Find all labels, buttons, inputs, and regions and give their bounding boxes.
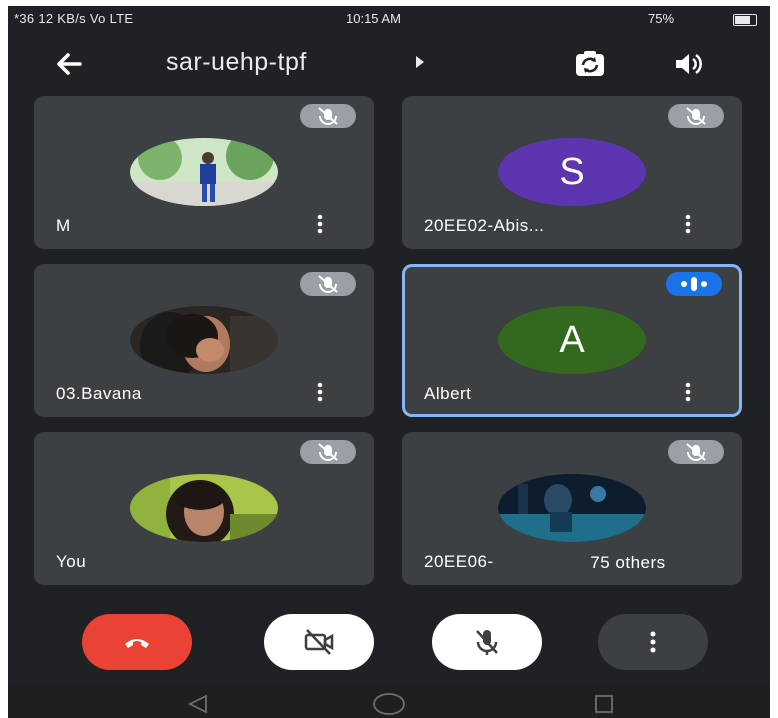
participant-tile[interactable]: 20EE06- 75 others — [402, 432, 742, 585]
participant-photo — [130, 306, 278, 374]
more-vert-icon[interactable] — [684, 214, 692, 234]
participant-tile[interactable]: You — [34, 432, 374, 585]
app-bar: sar-uehp-tpf — [8, 34, 770, 90]
avatar-initial: A — [559, 318, 585, 361]
participant-tile[interactable]: M — [34, 96, 374, 249]
participant-name: M — [56, 216, 71, 235]
phone-screen: *36 12 KB/s Vo LTE 10:15 AM 75% sar-uehp… — [8, 6, 770, 718]
switch-camera-icon[interactable] — [570, 44, 610, 84]
battery-text: 75% — [648, 11, 675, 26]
participant-tile[interactable]: 03.Bavana — [34, 264, 374, 417]
clock: 10:15 AM — [346, 11, 401, 26]
mic-off-icon — [300, 440, 356, 464]
more-vert-icon[interactable] — [684, 382, 692, 402]
participant-name: 20EE02-Abis... — [424, 216, 545, 235]
mic-toggle-button[interactable] — [432, 614, 542, 670]
back-arrow-icon[interactable] — [50, 44, 90, 84]
participant-name: You — [56, 552, 87, 571]
hang-up-icon — [125, 639, 149, 648]
battery-icon — [733, 14, 757, 26]
mic-off-icon — [668, 440, 724, 464]
letter-avatar: S — [498, 138, 646, 206]
participant-tile-active[interactable]: A Albert — [402, 264, 742, 417]
camera-off-icon — [304, 629, 334, 655]
network-status: *36 12 KB/s Vo LTE — [14, 11, 134, 26]
others-count-pill[interactable]: 75 others — [532, 550, 724, 576]
letter-avatar: A — [498, 306, 646, 374]
status-bar: *36 12 KB/s Vo LTE 10:15 AM 75% — [8, 6, 770, 32]
nav-home-icon[interactable] — [372, 692, 406, 716]
audio-level-icon — [666, 272, 722, 296]
meeting-title[interactable]: sar-uehp-tpf — [166, 48, 307, 77]
more-vert-icon[interactable] — [316, 214, 324, 234]
participant-name: 20EE06- — [424, 552, 494, 571]
participant-photo — [130, 474, 278, 542]
call-controls — [8, 602, 770, 672]
mic-off-icon — [300, 104, 356, 128]
more-options-button[interactable] — [598, 614, 708, 670]
speaker-icon[interactable] — [668, 44, 708, 84]
nav-recents-icon[interactable] — [594, 694, 614, 714]
participant-tile[interactable]: S 20EE02-Abis... — [402, 96, 742, 249]
participant-name: 03.Bavana — [56, 384, 142, 403]
more-vert-icon — [650, 631, 656, 653]
participant-photo — [498, 474, 646, 542]
camera-toggle-button[interactable] — [264, 614, 374, 670]
end-call-button[interactable] — [82, 614, 192, 670]
caret-right-icon[interactable] — [416, 56, 424, 68]
more-vert-icon[interactable] — [316, 382, 324, 402]
nav-back-icon[interactable] — [186, 694, 210, 714]
mic-off-icon — [668, 104, 724, 128]
system-nav-bar — [8, 686, 770, 718]
mic-off-icon — [300, 272, 356, 296]
participant-photo — [130, 138, 278, 206]
participant-name: Albert — [424, 384, 472, 403]
mic-off-icon — [476, 630, 498, 655]
avatar-initial: S — [559, 150, 585, 193]
